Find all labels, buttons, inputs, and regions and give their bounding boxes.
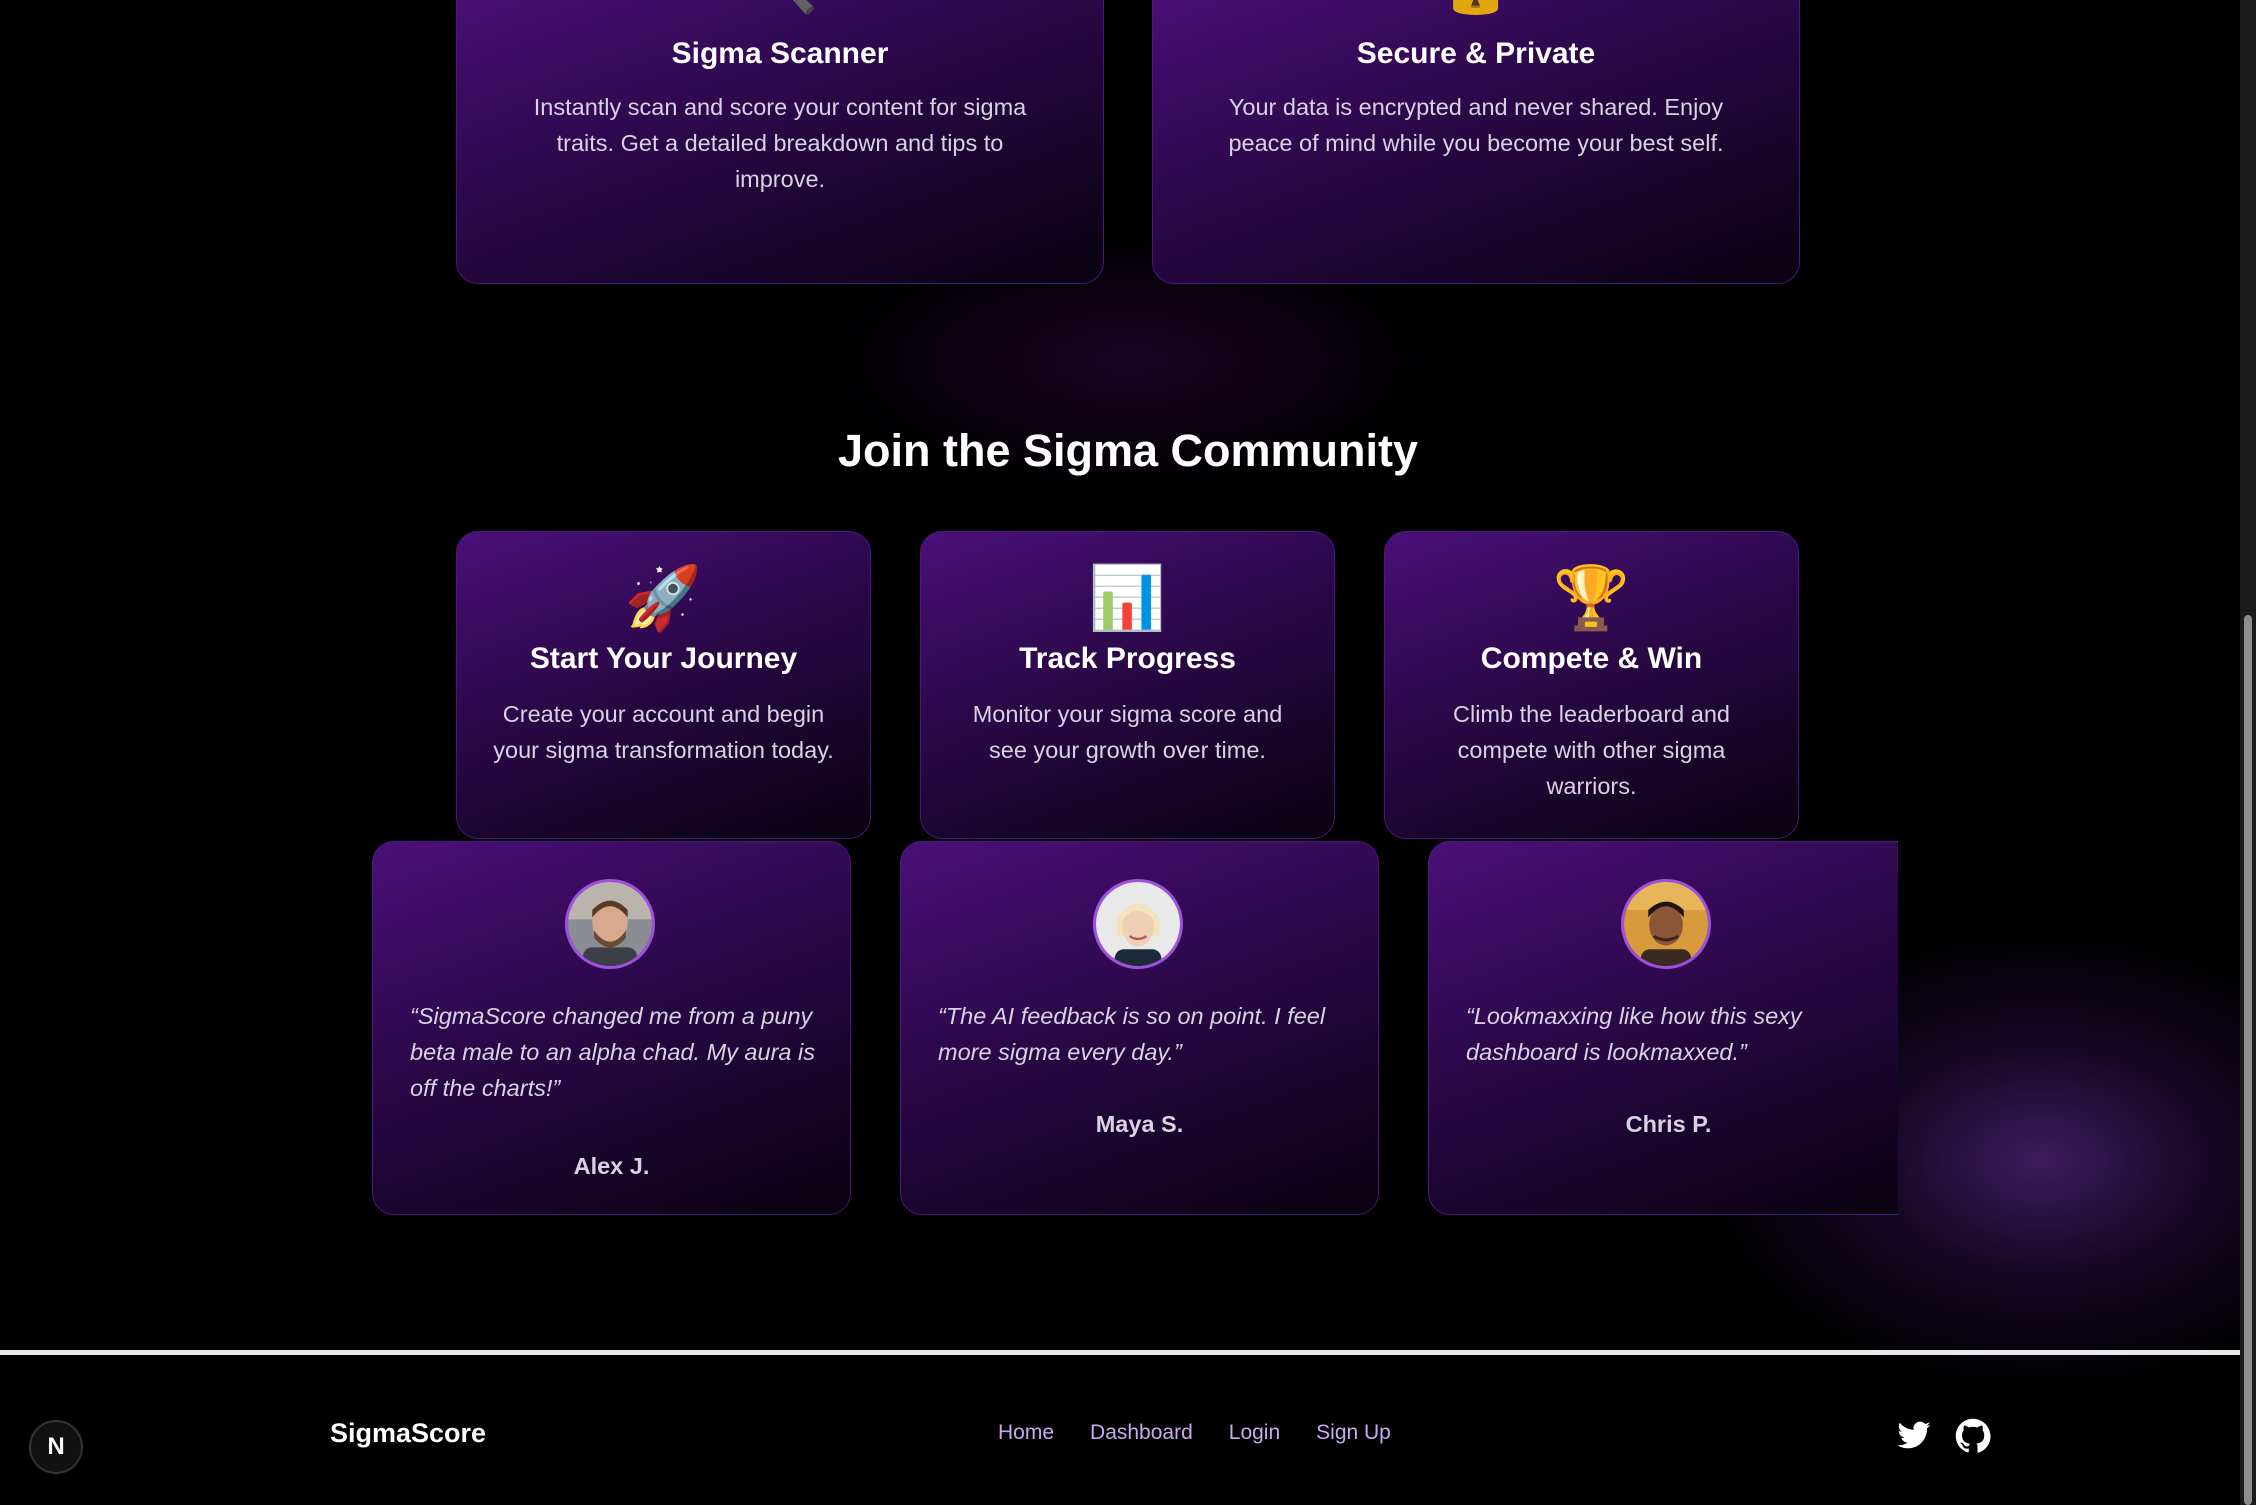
testimonial-author: Alex J. [573,1153,650,1179]
feature-title: Secure & Private [1356,37,1596,70]
feature-card-secure-private: 🔒 Secure & Private Your data is encrypte… [1152,0,1800,284]
community-card-compete-win: 🏆 Compete & Win Climb the leaderboard an… [1384,531,1799,839]
community-section-title: Join the Sigma Community [837,425,1419,476]
github-icon[interactable] [1955,1418,1991,1454]
footer-nav: Home Dashboard Login Sign Up [998,1421,1391,1445]
feature-text: Instantly scan and score your content fo… [533,94,1027,192]
bar-chart-icon: 📊 [1088,564,1167,633]
avatar [565,879,655,969]
community-card-track-progress: 📊 Track Progress Monitor your sigma scor… [920,531,1335,839]
feature-title: Sigma Scanner [671,37,889,70]
magnifier-icon: 🔍 [457,0,1103,33]
avatar [1093,879,1183,969]
footer-link-signup[interactable]: Sign Up [1316,1421,1391,1445]
footer-divider [0,1350,2240,1355]
twitter-icon[interactable] [1896,1418,1932,1454]
feature-text: Your data is encrypted and never shared.… [1228,94,1724,156]
footer-link-home[interactable]: Home [998,1421,1054,1445]
trophy-icon: 🏆 [1552,564,1631,633]
community-card-title: Start Your Journey [529,642,798,675]
community-card-text: Create your account and begin your sigma… [493,701,834,763]
avatar [1621,879,1711,969]
footer-link-login[interactable]: Login [1229,1421,1280,1445]
testimonial-quote: “The AI feedback is so on point. I feel … [938,1003,1326,1065]
next-dev-badge[interactable]: N [29,1420,83,1474]
footer-brand[interactable]: SigmaScore [330,1418,486,1449]
community-card-title: Compete & Win [1480,642,1703,675]
testimonial-quote: “SigmaScore changed me from a puny beta … [410,1003,815,1101]
testimonial-author: Maya S. [1095,1111,1184,1137]
community-card-start-journey: 🚀 Start Your Journey Create your account… [456,531,871,839]
testimonial-card: “The AI feedback is so on point. I feel … [900,841,1379,1215]
testimonial-card: “SigmaScore changed me from a puny beta … [372,841,851,1215]
community-card-text: Climb the leaderboard and compete with o… [1453,701,1730,799]
testimonial-card: “Lookmaxxing like how this sexy dashboar… [1428,841,1898,1215]
testimonial-quote: “Lookmaxxing like how this sexy dashboar… [1466,1003,1802,1065]
community-card-text: Monitor your sigma score and see your gr… [972,701,1283,763]
lock-icon: 🔒 [1153,0,1799,33]
footer-link-dashboard[interactable]: Dashboard [1090,1421,1193,1445]
community-card-title: Track Progress [1019,642,1236,675]
feature-card-sigma-scanner: 🔍 Sigma Scanner Instantly scan and score… [456,0,1104,284]
testimonial-author: Chris P. [1625,1111,1712,1137]
rocket-icon: 🚀 [624,564,703,633]
scrollbar-thumb[interactable] [2244,615,2252,1505]
